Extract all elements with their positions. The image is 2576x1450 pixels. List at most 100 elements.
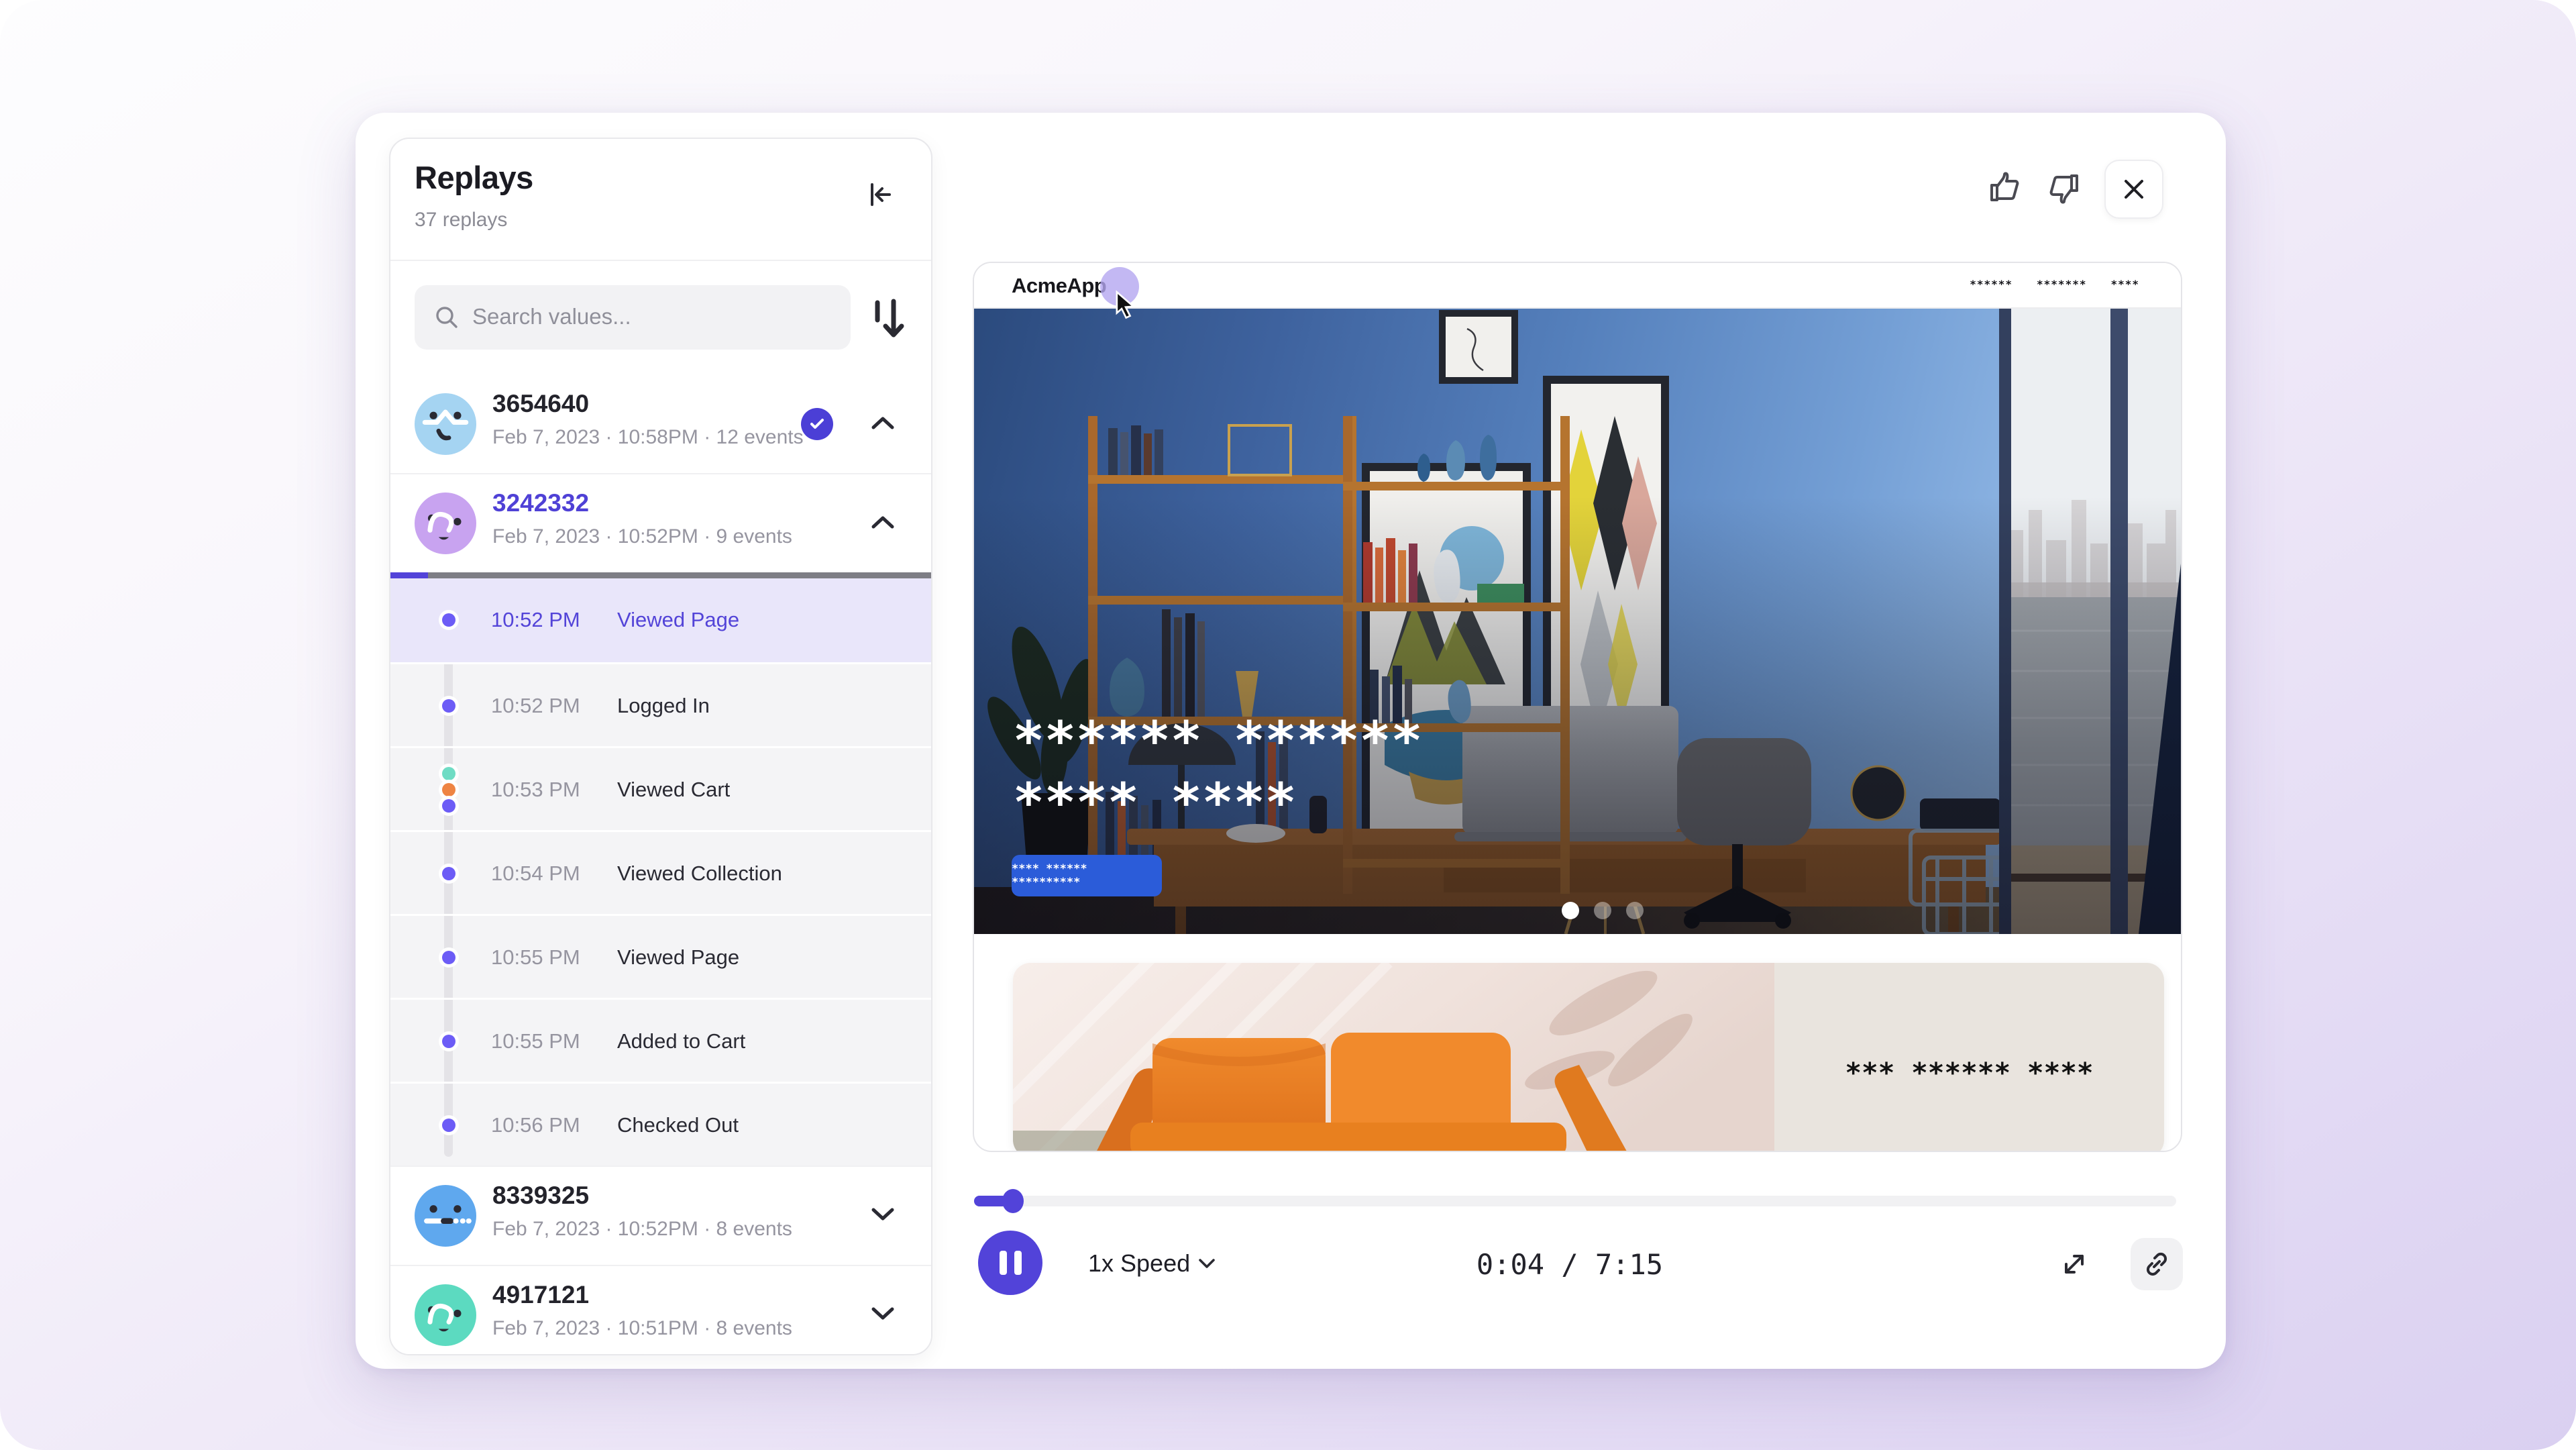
event-time: 10:56 PM bbox=[491, 1113, 580, 1137]
fullscreen-expand-icon[interactable] bbox=[2058, 1248, 2090, 1280]
event-name: Viewed Page bbox=[617, 608, 739, 632]
session-row-3242332[interactable]: 3242332 Feb 7, 2023 · 10:52PM · 9 events bbox=[390, 474, 931, 572]
session-progress-scrubber[interactable] bbox=[390, 572, 931, 578]
avatar bbox=[415, 1284, 476, 1346]
page-title: Replays bbox=[415, 159, 533, 196]
session-meta: Feb 7, 2023 · 10:52PM · 9 events bbox=[492, 525, 792, 548]
event-timeline: 10:52 PM Viewed Page 10:52 PM Logged In … bbox=[390, 578, 931, 1166]
event-dot bbox=[442, 799, 455, 813]
playback-time: 0:04 / 7:15 bbox=[1402, 1248, 1737, 1281]
event-time: 10:54 PM bbox=[491, 862, 580, 886]
replay-modal: Replays 37 replays Search values... bbox=[356, 113, 2226, 1369]
event-name: Viewed Collection bbox=[617, 862, 782, 886]
event-name: Added to Cart bbox=[617, 1029, 745, 1053]
replays-sidebar: Replays 37 replays Search values... bbox=[389, 138, 932, 1355]
selected-check-badge bbox=[801, 408, 833, 440]
session-row-3654640[interactable]: 3654640 Feb 7, 2023 · 10:58PM · 12 event… bbox=[390, 375, 931, 473]
session-id: 3654640 bbox=[492, 390, 589, 418]
event-time: 10:55 PM bbox=[491, 1029, 580, 1053]
site-hero-banner: ****** ****** **** **** **** ****** ****… bbox=[974, 309, 2181, 934]
session-meta: Feb 7, 2023 · 10:58PM · 12 events bbox=[492, 426, 804, 449]
carousel-dot[interactable] bbox=[1626, 902, 1644, 919]
event-row[interactable]: 10:55 PM Added to Cart bbox=[390, 998, 931, 1082]
mouse-cursor-icon bbox=[1112, 290, 1139, 321]
speed-label: 1x Speed bbox=[1088, 1249, 1190, 1278]
nav-item-masked[interactable]: ****** bbox=[1970, 278, 2012, 291]
event-name: Viewed Cart bbox=[617, 778, 730, 802]
event-row[interactable]: 10:55 PM Viewed Page bbox=[390, 914, 931, 998]
product-card[interactable]: *** ****** **** bbox=[1013, 963, 2164, 1152]
event-name: Logged In bbox=[617, 694, 710, 718]
session-list: 3654640 Feb 7, 2023 · 10:58PM · 12 event… bbox=[390, 375, 931, 1355]
session-row-4917121[interactable]: 4917121 Feb 7, 2023 · 10:51PM · 8 events bbox=[390, 1266, 931, 1355]
event-row[interactable]: 10:52 PM Viewed Page bbox=[390, 578, 931, 662]
sofa-product-image bbox=[1013, 963, 1774, 1152]
playback-progress-bar[interactable] bbox=[974, 1196, 2176, 1206]
event-dot bbox=[442, 613, 455, 627]
chevron-down-icon bbox=[1198, 1258, 1216, 1269]
search-input[interactable]: Search values... bbox=[415, 285, 851, 350]
playback-progress-handle[interactable] bbox=[1002, 1189, 1024, 1213]
chevron-up-icon[interactable] bbox=[871, 415, 895, 430]
session-meta: Feb 7, 2023 · 10:51PM · 8 events bbox=[492, 1317, 792, 1340]
event-dot bbox=[442, 867, 455, 880]
session-id: 8339325 bbox=[492, 1182, 589, 1210]
carousel-dot[interactable] bbox=[1594, 902, 1611, 919]
event-name: Checked Out bbox=[617, 1113, 739, 1137]
replay-app-screen: Replays 37 replays Search values... bbox=[0, 0, 2576, 1450]
replay-count: 37 replays bbox=[415, 209, 507, 231]
chevron-up-icon[interactable] bbox=[871, 515, 895, 529]
search-placeholder: Search values... bbox=[472, 304, 631, 329]
event-row[interactable]: 10:53 PM Viewed Cart bbox=[390, 746, 931, 830]
event-row[interactable]: 10:56 PM Checked Out bbox=[390, 1082, 931, 1166]
speed-selector[interactable]: 1x Speed bbox=[1088, 1249, 1216, 1278]
site-logo: AcmeApp bbox=[1012, 274, 1106, 298]
nav-item-masked[interactable]: **** bbox=[2110, 278, 2139, 291]
product-masked-text: *** ****** **** bbox=[1774, 1057, 2164, 1089]
carousel-dots bbox=[1562, 902, 1644, 919]
site-nav: ****** ******* **** bbox=[1970, 278, 2139, 291]
thumbs-down-icon[interactable] bbox=[2046, 170, 2081, 205]
event-dot bbox=[442, 1119, 455, 1132]
event-dot bbox=[442, 783, 455, 796]
event-dot bbox=[442, 699, 455, 713]
nav-item-masked[interactable]: ******* bbox=[2037, 278, 2086, 291]
event-time: 10:55 PM bbox=[491, 945, 580, 970]
event-name: Viewed Page bbox=[617, 945, 739, 970]
event-time: 10:53 PM bbox=[491, 778, 580, 802]
close-icon bbox=[2122, 177, 2146, 201]
product-info-panel: *** ****** **** bbox=[1774, 963, 2164, 1152]
sidebar-header: Replays 37 replays bbox=[390, 139, 931, 261]
replayed-site-header: AcmeApp ****** ******* **** bbox=[974, 263, 2181, 309]
thumbs-up-icon[interactable] bbox=[1988, 170, 2023, 205]
hero-cta-button[interactable]: **** ****** ********** bbox=[1012, 855, 1162, 896]
event-dot bbox=[442, 951, 455, 964]
event-dot bbox=[442, 1035, 455, 1048]
hero-heading-line1: ****** ****** bbox=[1013, 711, 1422, 772]
session-meta: Feb 7, 2023 · 10:52PM · 8 events bbox=[492, 1218, 792, 1241]
session-id: 3242332 bbox=[492, 489, 589, 517]
search-icon bbox=[433, 304, 460, 331]
avatar bbox=[415, 493, 476, 554]
chevron-down-icon[interactable] bbox=[871, 1207, 895, 1222]
pause-button[interactable] bbox=[978, 1231, 1042, 1295]
copy-link-button[interactable] bbox=[2131, 1238, 2183, 1290]
carousel-dot-active[interactable] bbox=[1562, 902, 1579, 919]
session-id: 4917121 bbox=[492, 1281, 589, 1309]
event-row[interactable]: 10:54 PM Viewed Collection bbox=[390, 830, 931, 914]
session-row-8339325[interactable]: 8339325 Feb 7, 2023 · 10:52PM · 8 events bbox=[390, 1167, 931, 1265]
event-dot bbox=[442, 767, 455, 780]
replay-viewport: AcmeApp ****** ******* **** bbox=[973, 262, 2182, 1152]
event-time: 10:52 PM bbox=[491, 694, 580, 718]
link-icon bbox=[2143, 1250, 2171, 1278]
event-time: 10:52 PM bbox=[491, 608, 580, 632]
avatar bbox=[415, 393, 476, 455]
avatar bbox=[415, 1185, 476, 1247]
event-row[interactable]: 10:52 PM Logged In bbox=[390, 662, 931, 746]
close-button[interactable] bbox=[2104, 160, 2163, 219]
sort-icon[interactable] bbox=[871, 295, 908, 342]
search-row: Search values... bbox=[390, 261, 931, 375]
collapse-panel-icon[interactable] bbox=[865, 179, 896, 210]
hero-dark-overlay bbox=[974, 309, 2181, 934]
chevron-down-icon[interactable] bbox=[871, 1306, 895, 1321]
